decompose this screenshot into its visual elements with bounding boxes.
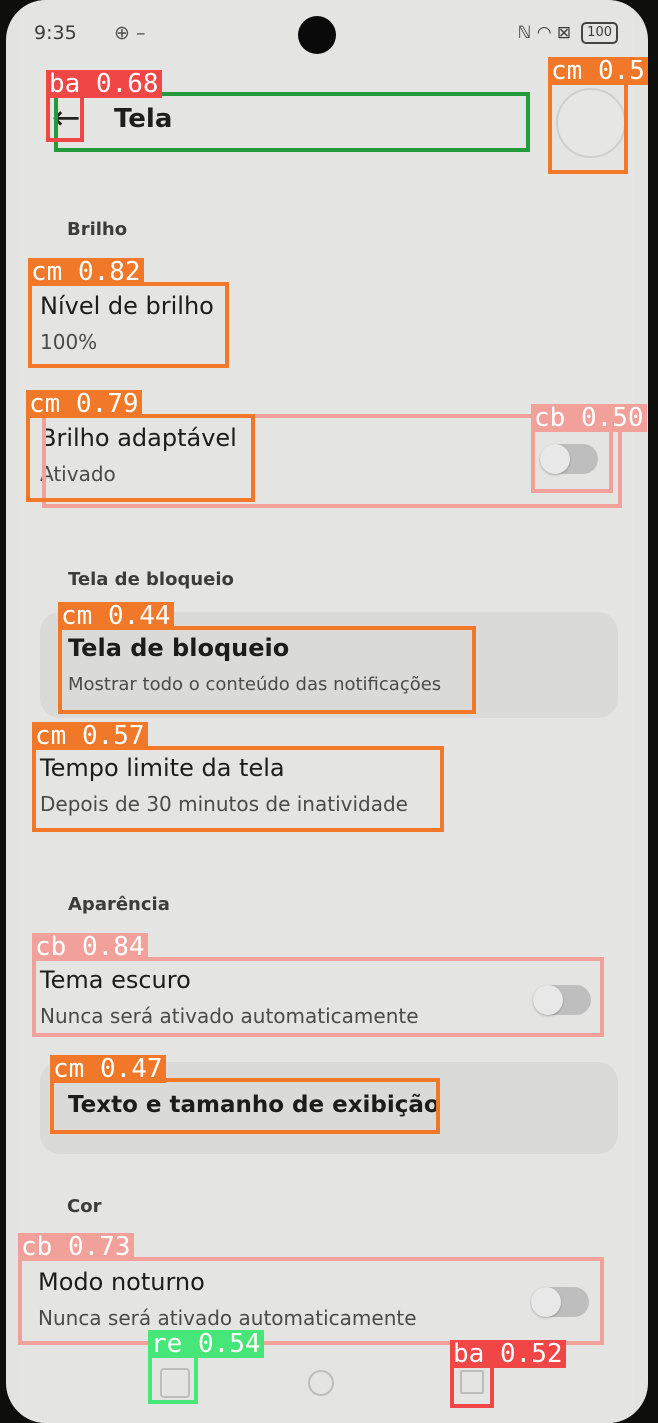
detection-box-brilho-toggle: [531, 427, 613, 493]
detection-box-bloqueio: [58, 626, 476, 714]
status-bar: 9:35 ⊕ – ℕ ◠ ⊠ 100: [34, 22, 618, 50]
detection-tag-brilho-toggle: cb 0.50: [531, 404, 647, 432]
detection-box-brilho-label: [26, 414, 255, 502]
section-cor: Cor: [67, 1196, 102, 1217]
detection-tag-back: ba 0.68: [46, 70, 162, 98]
detection-box-avatar: [548, 80, 628, 174]
detection-box-noturno: [18, 1257, 604, 1345]
detection-box-texto: [50, 1078, 440, 1134]
nfc-wifi-icons: ℕ ◠ ⊠: [517, 23, 572, 43]
battery-icon: 100: [581, 22, 618, 44]
detection-box-recent: [148, 1352, 198, 1404]
detection-box-nivel: [28, 282, 229, 368]
status-right-icons: ℕ ◠ ⊠ 100: [518, 22, 618, 44]
detection-tag-tempo: cm 0.57: [32, 722, 148, 750]
section-brilho: Brilho: [67, 219, 128, 240]
detection-tag-bloqueio: cm 0.44: [58, 602, 174, 630]
detection-tag-brilho-label: cm 0.79: [26, 390, 142, 418]
detection-box-tempo: [32, 746, 444, 832]
detection-tag-noturno: cb 0.73: [18, 1233, 134, 1261]
detection-box-header: [54, 92, 530, 152]
detection-tag-texto: cm 0.47: [50, 1055, 166, 1083]
status-time: 9:35: [34, 22, 77, 44]
detection-tag-avatar: cm 0.5: [548, 57, 648, 85]
section-aparencia: Aparência: [68, 894, 170, 915]
section-bloqueio: Tela de bloqueio: [68, 569, 234, 590]
status-left-icons: ⊕ –: [114, 22, 146, 44]
detection-tag-nav-back: ba 0.52: [450, 1340, 566, 1368]
detection-tag-recent: re 0.54: [148, 1330, 264, 1358]
detection-tag-nivel: cm 0.82: [28, 258, 144, 286]
detection-tag-tema: cb 0.84: [32, 933, 148, 961]
detection-box-tema: [32, 957, 604, 1037]
detection-box-back: [46, 92, 84, 142]
home-button[interactable]: [308, 1370, 334, 1396]
